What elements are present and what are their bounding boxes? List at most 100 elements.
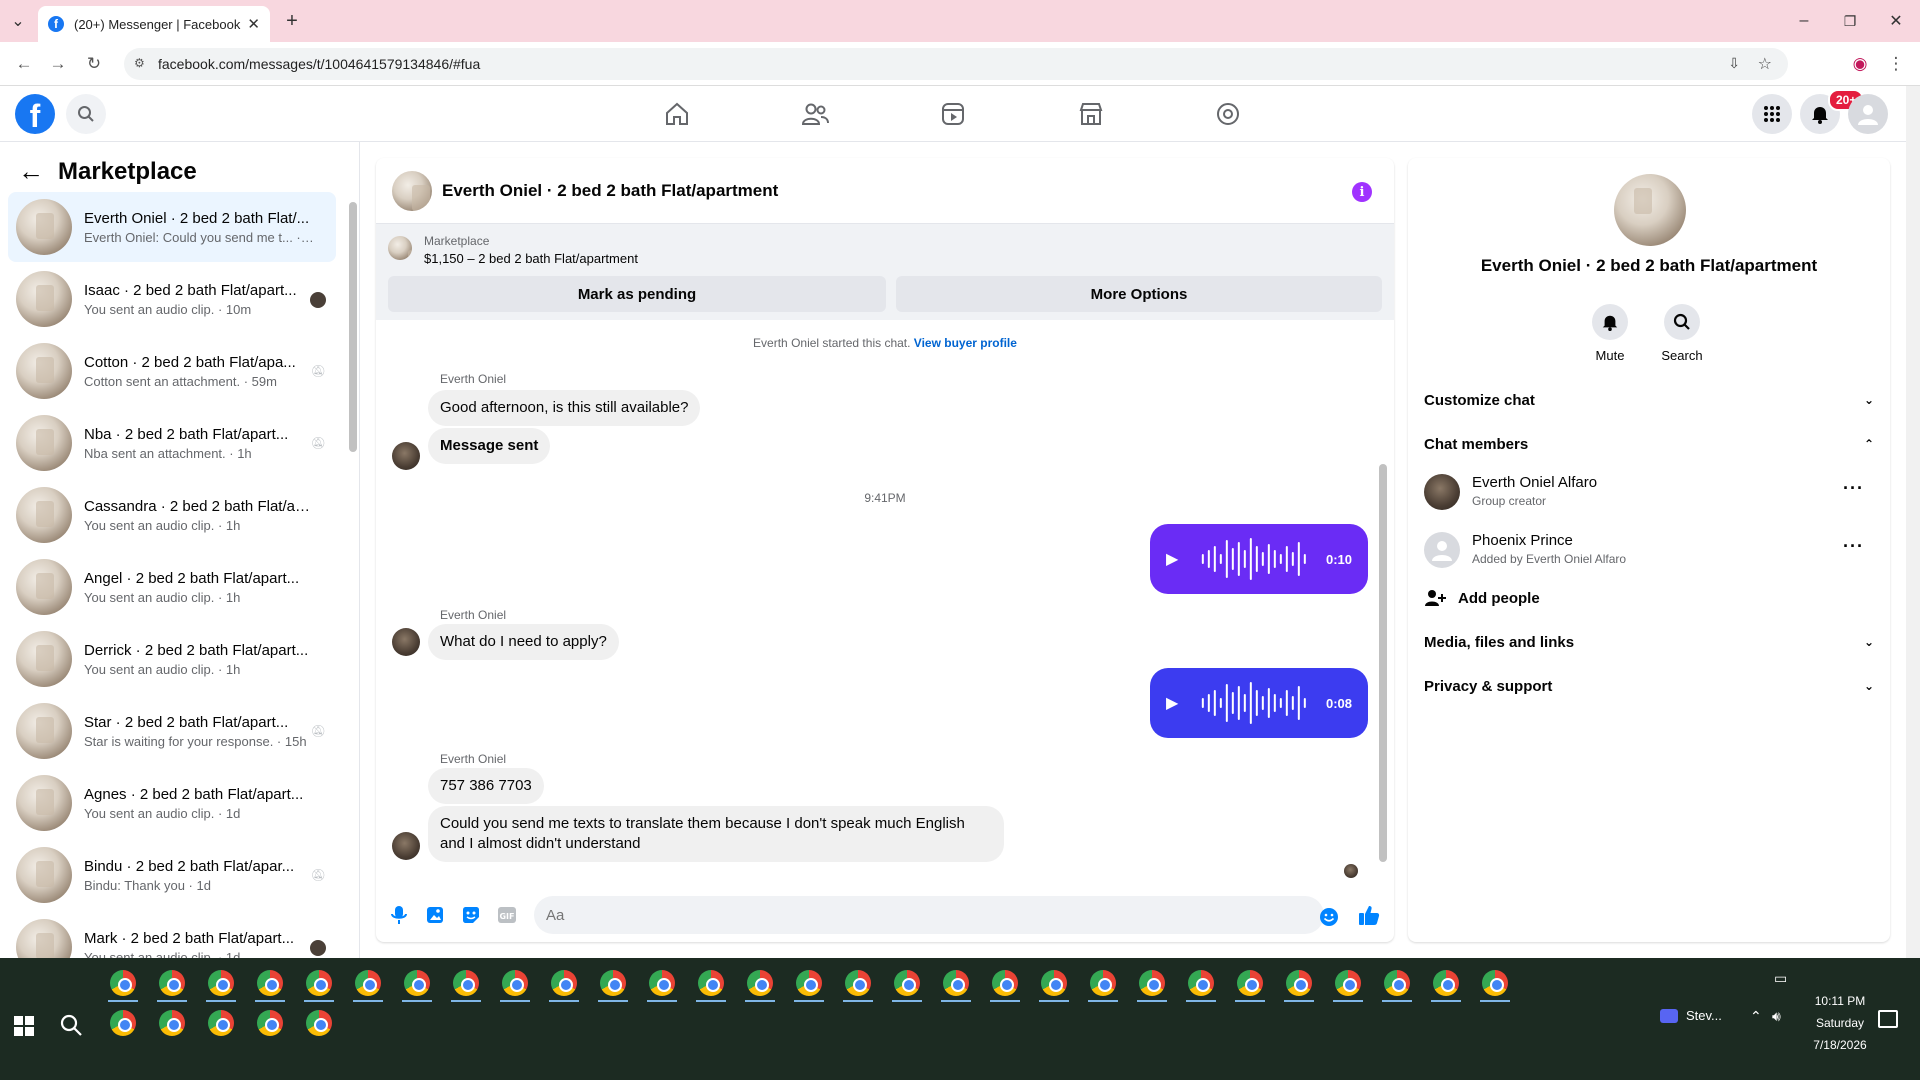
sender-avatar[interactable] bbox=[392, 442, 420, 470]
reload-icon[interactable]: ↻ bbox=[82, 52, 106, 76]
bookmark-star-icon[interactable]: ☆ bbox=[1758, 54, 1772, 74]
member-avatar[interactable] bbox=[1424, 532, 1460, 568]
chrome-taskbar-icon[interactable] bbox=[845, 970, 871, 996]
chrome-taskbar-icon[interactable] bbox=[453, 970, 479, 996]
windows-start-icon[interactable] bbox=[14, 1016, 34, 1036]
privacy-support-row[interactable]: Privacy & support ⌄ bbox=[1424, 666, 1874, 706]
message-input[interactable] bbox=[534, 896, 1324, 934]
chat-list-item[interactable]: Bindu · 2 bed 2 bath Flat/apar... Bindu: … bbox=[8, 840, 336, 910]
chrome-taskbar-icon[interactable] bbox=[355, 970, 381, 996]
incoming-message[interactable]: 757 386 7703 bbox=[428, 768, 544, 804]
chrome-taskbar-icon[interactable] bbox=[159, 970, 185, 996]
sticker-icon[interactable] bbox=[460, 904, 482, 926]
chrome-taskbar-icon[interactable] bbox=[1335, 970, 1361, 996]
conversation-scrollbar[interactable] bbox=[1379, 464, 1387, 862]
chrome-taskbar-icon[interactable] bbox=[208, 970, 234, 996]
mute-button[interactable]: Mute bbox=[1580, 304, 1640, 363]
chrome-taskbar-icon[interactable] bbox=[306, 1010, 332, 1036]
chrome-taskbar-icon[interactable] bbox=[649, 970, 675, 996]
thumbs-up-icon[interactable] bbox=[1358, 904, 1380, 926]
chrome-taskbar-icon[interactable] bbox=[551, 970, 577, 996]
chrome-taskbar-icon[interactable] bbox=[747, 970, 773, 996]
install-app-icon[interactable]: ⇩ bbox=[1728, 55, 1740, 72]
display-icon[interactable]: ▭ bbox=[1774, 970, 1787, 987]
minimize-button[interactable]: – bbox=[1790, 8, 1818, 34]
chrome-taskbar-icon[interactable] bbox=[698, 970, 724, 996]
member-row[interactable]: Everth Oniel Alfaro Group creator ··· bbox=[1424, 466, 1874, 518]
taskbar-app-stev[interactable]: Stev... bbox=[1660, 1008, 1722, 1023]
restore-button[interactable]: ❐ bbox=[1836, 8, 1864, 34]
taskbar-search-icon[interactable] bbox=[60, 1014, 84, 1038]
chrome-taskbar-icon[interactable] bbox=[208, 1010, 234, 1036]
play-icon[interactable]: ▶ bbox=[1166, 549, 1178, 569]
chat-list-scrollbar[interactable] bbox=[349, 202, 357, 452]
chrome-taskbar-icon[interactable] bbox=[1237, 970, 1263, 996]
close-window-button[interactable]: ✕ bbox=[1882, 8, 1910, 34]
gif-icon[interactable]: GIF bbox=[496, 904, 518, 926]
chrome-taskbar-icon[interactable] bbox=[1139, 970, 1165, 996]
chrome-taskbar-icon[interactable] bbox=[306, 970, 332, 996]
voice-message-2[interactable]: ▶ 0:08 bbox=[1150, 668, 1368, 738]
tray-chevron-up-icon[interactable]: ⌃ bbox=[1750, 1008, 1762, 1025]
chat-details-avatar[interactable] bbox=[1614, 174, 1686, 246]
account-avatar[interactable] bbox=[1848, 94, 1888, 134]
home-icon[interactable] bbox=[663, 100, 691, 128]
chat-list-item[interactable]: Derrick · 2 bed 2 bath Flat/apart... You … bbox=[8, 624, 336, 694]
member-avatar[interactable] bbox=[1424, 474, 1460, 510]
chrome-taskbar-icon[interactable] bbox=[796, 970, 822, 996]
browser-tab[interactable]: f (20+) Messenger | Facebook ✕ bbox=[38, 6, 270, 42]
url-field[interactable]: ⚙ facebook.com/messages/t/10046415791348… bbox=[124, 48, 1788, 80]
play-icon[interactable]: ▶ bbox=[1166, 693, 1178, 713]
mark-as-pending-button[interactable]: Mark as pending bbox=[388, 276, 886, 312]
chrome-taskbar-icon[interactable] bbox=[257, 970, 283, 996]
chat-list-item[interactable]: Agnes · 2 bed 2 bath Flat/apart... You se… bbox=[8, 768, 336, 838]
incoming-message[interactable]: Good afternoon, is this still available? bbox=[428, 390, 701, 426]
chrome-taskbar-icon[interactable] bbox=[992, 970, 1018, 996]
more-options-icon[interactable]: ··· bbox=[1843, 536, 1864, 557]
media-files-row[interactable]: Media, files and links ⌄ bbox=[1424, 622, 1874, 662]
marketplace-icon[interactable] bbox=[1077, 100, 1105, 128]
tab-list-chevron-icon[interactable]: ⌄ bbox=[4, 8, 32, 34]
forward-arrow-icon[interactable]: → bbox=[46, 52, 70, 76]
photo-icon[interactable] bbox=[424, 904, 446, 926]
view-buyer-profile-link[interactable]: View buyer profile bbox=[914, 336, 1017, 350]
conversation-avatar[interactable] bbox=[392, 170, 432, 211]
sender-avatar[interactable] bbox=[392, 832, 420, 860]
volume-icon[interactable]: 🔊︎ bbox=[1772, 1008, 1781, 1025]
chrome-taskbar-icon[interactable] bbox=[404, 970, 430, 996]
new-tab-button[interactable]: + bbox=[278, 8, 306, 34]
microphone-icon[interactable] bbox=[388, 904, 410, 926]
friends-icon[interactable] bbox=[801, 100, 829, 128]
incoming-message[interactable]: Message sent bbox=[428, 428, 551, 464]
chat-list-item[interactable]: Cotton · 2 bed 2 bath Flat/apa... Cotton … bbox=[8, 336, 336, 406]
chat-list-item[interactable]: Star · 2 bed 2 bath Flat/apart... Star is… bbox=[8, 696, 336, 766]
chrome-taskbar-icon[interactable] bbox=[1433, 970, 1459, 996]
site-info-icon[interactable]: ⚙ bbox=[134, 56, 145, 70]
chrome-taskbar-icon[interactable] bbox=[1384, 970, 1410, 996]
chat-list-item[interactable]: Isaac · 2 bed 2 bath Flat/apart... You se… bbox=[8, 264, 336, 334]
listing-price[interactable]: $1,150 – 2 bed 2 bath Flat/apartment bbox=[424, 251, 638, 266]
chrome-taskbar-icon[interactable] bbox=[1188, 970, 1214, 996]
chrome-taskbar-icon[interactable] bbox=[110, 970, 136, 996]
facebook-logo[interactable]: f bbox=[15, 94, 55, 134]
incoming-message[interactable]: What do I need to apply? bbox=[428, 624, 619, 660]
chrome-taskbar-icon[interactable] bbox=[600, 970, 626, 996]
chrome-taskbar-icon[interactable] bbox=[1041, 970, 1067, 996]
search-button[interactable] bbox=[66, 94, 106, 134]
chrome-taskbar-icon[interactable] bbox=[257, 1010, 283, 1036]
chat-list-item[interactable]: Everth Oniel · 2 bed 2 bath Flat/... Ever… bbox=[8, 192, 336, 262]
chrome-taskbar-icon[interactable] bbox=[894, 970, 920, 996]
notification-center-icon[interactable] bbox=[1878, 1010, 1898, 1028]
chrome-taskbar-icon[interactable] bbox=[1482, 970, 1508, 996]
chrome-taskbar-icon[interactable] bbox=[110, 1010, 136, 1036]
listing-thumbnail[interactable] bbox=[388, 236, 412, 260]
info-icon[interactable]: i bbox=[1352, 182, 1372, 202]
chat-members-row[interactable]: Chat members ⌃ bbox=[1424, 424, 1874, 464]
incoming-message[interactable]: Could you send me texts to translate the… bbox=[428, 806, 1004, 862]
video-icon[interactable] bbox=[939, 100, 967, 128]
more-options-button[interactable]: More Options bbox=[896, 276, 1382, 312]
chat-list-item[interactable]: Nba · 2 bed 2 bath Flat/apart... Nba sent… bbox=[8, 408, 336, 478]
member-row[interactable]: Phoenix Prince Added by Everth Oniel Alf… bbox=[1424, 524, 1874, 576]
customize-chat-row[interactable]: Customize chat ⌄ bbox=[1424, 380, 1874, 420]
page-scrollbar[interactable] bbox=[1906, 86, 1920, 958]
